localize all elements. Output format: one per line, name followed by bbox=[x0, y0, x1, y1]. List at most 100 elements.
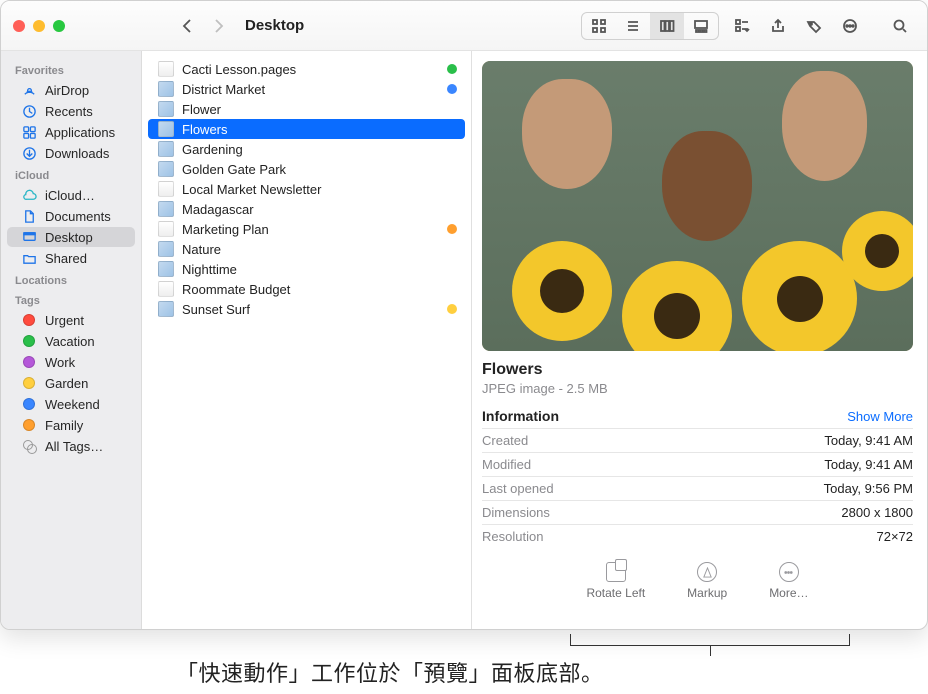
file-name: Roommate Budget bbox=[182, 282, 290, 297]
info-value: Today, 9:41 AM bbox=[824, 457, 913, 472]
sidebar-item-documents[interactable]: Documents bbox=[7, 206, 135, 226]
file-row[interactable]: Madagascar bbox=[148, 199, 465, 219]
file-row[interactable]: Flowers bbox=[148, 119, 465, 139]
back-button[interactable] bbox=[175, 14, 201, 38]
view-switcher bbox=[581, 12, 719, 40]
sidebar-item-icloud-[interactable]: iCloud… bbox=[7, 185, 135, 205]
sidebar-item-label: Desktop bbox=[45, 230, 93, 245]
file-name: Madagascar bbox=[182, 202, 254, 217]
sidebar-item-desktop[interactable]: Desktop bbox=[7, 227, 135, 247]
file-row[interactable]: Local Market Newsletter bbox=[148, 179, 465, 199]
tag-dot-icon bbox=[21, 333, 37, 349]
info-row: ModifiedToday, 9:41 AM bbox=[482, 452, 913, 476]
image-icon bbox=[158, 301, 174, 317]
file-row[interactable]: Marketing Plan bbox=[148, 219, 465, 239]
share-button[interactable] bbox=[763, 13, 793, 39]
image-icon bbox=[158, 261, 174, 277]
all-tags-icon bbox=[21, 438, 37, 454]
download-icon bbox=[21, 145, 37, 161]
sidebar-header: iCloud bbox=[1, 164, 141, 184]
preview-subtitle: JPEG image - 2.5 MB bbox=[482, 381, 913, 396]
minimize-window-button[interactable] bbox=[33, 20, 45, 32]
document-icon bbox=[158, 281, 174, 297]
tag-dot-icon bbox=[21, 312, 37, 328]
action-menu-button[interactable] bbox=[835, 13, 865, 39]
markup-button[interactable]: Markup bbox=[687, 562, 727, 600]
info-value: Today, 9:56 PM bbox=[824, 481, 913, 496]
icon-view-button[interactable] bbox=[582, 13, 616, 39]
file-row[interactable]: Nature bbox=[148, 239, 465, 259]
tags-button[interactable] bbox=[799, 13, 829, 39]
file-column: Cacti Lesson.pages District Market Flower F… bbox=[142, 51, 472, 629]
document-icon bbox=[158, 221, 174, 237]
sidebar-item-label: All Tags… bbox=[45, 439, 103, 454]
tag-dot-icon bbox=[21, 396, 37, 412]
file-name: District Market bbox=[182, 82, 265, 97]
sidebar: FavoritesAirDropRecentsApplicationsDownl… bbox=[1, 51, 142, 629]
info-key: Resolution bbox=[482, 529, 543, 544]
preview-title: Flowers bbox=[482, 361, 913, 379]
file-row[interactable]: Nighttime bbox=[148, 259, 465, 279]
sidebar-item-label: Vacation bbox=[45, 334, 95, 349]
sidebar-item-recents[interactable]: Recents bbox=[7, 101, 135, 121]
info-table: CreatedToday, 9:41 AMModifiedToday, 9:41… bbox=[482, 428, 913, 548]
info-key: Last opened bbox=[482, 481, 554, 496]
image-icon bbox=[158, 121, 174, 137]
sidebar-item-downloads[interactable]: Downloads bbox=[7, 143, 135, 163]
image-icon bbox=[158, 201, 174, 217]
toolbar: Desktop bbox=[1, 1, 927, 51]
info-value: Today, 9:41 AM bbox=[824, 433, 913, 448]
sidebar-item-airdrop[interactable]: AirDrop bbox=[7, 80, 135, 100]
annotation: 「快速動作」工作位於「預覽」面板底部。 bbox=[0, 634, 928, 694]
image-icon bbox=[158, 101, 174, 117]
show-more-link[interactable]: Show More bbox=[847, 409, 913, 424]
sidebar-item-urgent[interactable]: Urgent bbox=[7, 310, 135, 330]
sidebar-item-label: Downloads bbox=[45, 146, 109, 161]
document-icon bbox=[158, 181, 174, 197]
sidebar-item-all-tags-[interactable]: All Tags… bbox=[7, 436, 135, 456]
file-name: Flower bbox=[182, 102, 221, 117]
file-row[interactable]: Gardening bbox=[148, 139, 465, 159]
window-controls bbox=[13, 20, 65, 32]
column-view-button[interactable] bbox=[650, 13, 684, 39]
file-name: Cacti Lesson.pages bbox=[182, 62, 296, 77]
zoom-window-button[interactable] bbox=[53, 20, 65, 32]
sidebar-item-label: Work bbox=[45, 355, 75, 370]
sidebar-item-shared[interactable]: Shared bbox=[7, 248, 135, 268]
sidebar-item-garden[interactable]: Garden bbox=[7, 373, 135, 393]
file-tag-dot bbox=[447, 84, 457, 94]
group-by-button[interactable] bbox=[727, 13, 757, 39]
image-icon bbox=[158, 241, 174, 257]
info-row: Last opened Today, 9:56 PM bbox=[482, 476, 913, 500]
file-row[interactable]: District Market bbox=[148, 79, 465, 99]
file-row[interactable]: Sunset Surf bbox=[148, 299, 465, 319]
sidebar-item-applications[interactable]: Applications bbox=[7, 122, 135, 142]
info-value: 2800 x 1800 bbox=[841, 505, 913, 520]
forward-button[interactable] bbox=[205, 14, 231, 38]
folder-icon bbox=[21, 250, 37, 266]
airdrop-icon bbox=[21, 82, 37, 98]
file-name: Marketing Plan bbox=[182, 222, 269, 237]
sidebar-item-work[interactable]: Work bbox=[7, 352, 135, 372]
file-tag-dot bbox=[447, 64, 457, 74]
file-row[interactable]: Flower bbox=[148, 99, 465, 119]
more-actions-button[interactable]: More… bbox=[769, 562, 808, 600]
sidebar-item-weekend[interactable]: Weekend bbox=[7, 394, 135, 414]
search-button[interactable] bbox=[885, 13, 915, 39]
file-row[interactable]: Cacti Lesson.pages bbox=[148, 59, 465, 79]
rotate-left-button[interactable]: Rotate Left bbox=[586, 562, 645, 600]
list-view-button[interactable] bbox=[616, 13, 650, 39]
tag-dot-icon bbox=[21, 354, 37, 370]
markup-label: Markup bbox=[687, 586, 727, 600]
file-name: Nighttime bbox=[182, 262, 237, 277]
file-row[interactable]: Roommate Budget bbox=[148, 279, 465, 299]
more-label: More… bbox=[769, 586, 808, 600]
sidebar-item-vacation[interactable]: Vacation bbox=[7, 331, 135, 351]
gallery-view-button[interactable] bbox=[684, 13, 718, 39]
file-row[interactable]: Golden Gate Park bbox=[148, 159, 465, 179]
sidebar-item-family[interactable]: Family bbox=[7, 415, 135, 435]
sidebar-item-label: Urgent bbox=[45, 313, 84, 328]
rotate-left-label: Rotate Left bbox=[586, 586, 645, 600]
info-key: Created bbox=[482, 433, 528, 448]
close-window-button[interactable] bbox=[13, 20, 25, 32]
